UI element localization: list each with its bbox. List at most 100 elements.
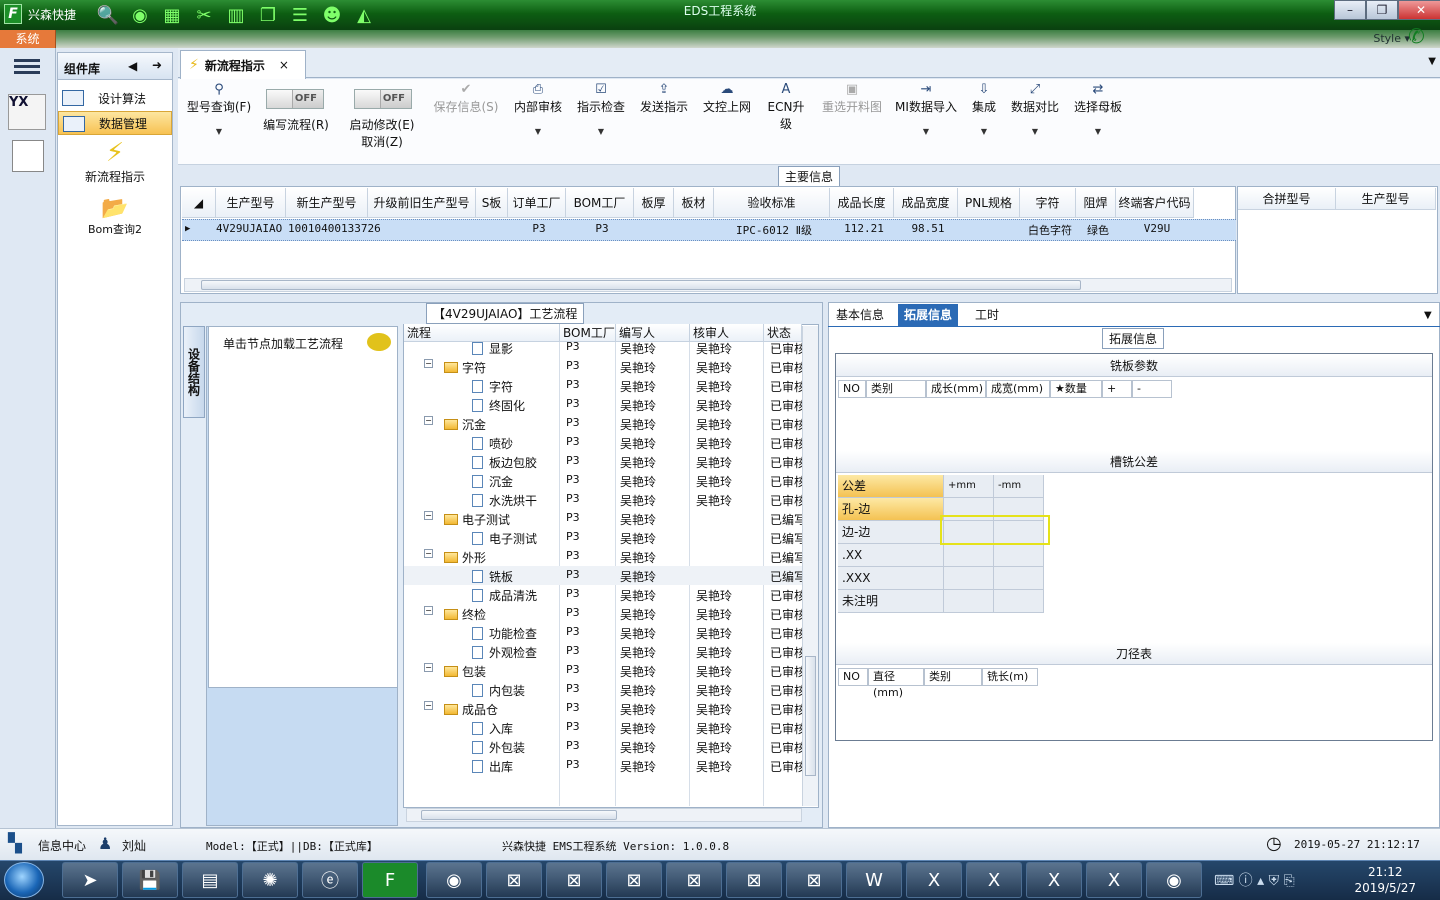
taskbar-window-icon[interactable]: ⊠ — [546, 862, 602, 898]
globe-icon[interactable]: ◉ — [127, 3, 153, 27]
cancel-label[interactable]: 取消(Z) — [344, 133, 420, 150]
tree-row[interactable]: 喷砂 P3 吴艳玲 吴艳玲 已审核 — [404, 433, 802, 452]
system-menu[interactable]: 系统 — [0, 30, 56, 48]
copy-icon[interactable]: ❐ — [255, 3, 281, 27]
grid-col-header[interactable]: 生产型号 — [216, 188, 286, 218]
tab-new-flow[interactable]: ⚡ 新流程指示 × — [180, 50, 306, 79]
tree-row[interactable]: 入库 P3 吴艳玲 吴艳玲 已审核 — [404, 718, 802, 737]
tree-row[interactable]: − 成品仓 P3 吴艳玲 吴艳玲 已审核 — [404, 699, 802, 718]
mill-col-header[interactable]: 类别 — [866, 380, 926, 398]
tool-col-header[interactable]: 直径(mm) — [868, 668, 924, 699]
tree-row[interactable]: 铣板 P3 吴艳玲 已编写 — [404, 566, 802, 585]
bom-query-shortcut[interactable]: 📂 Bom查询2 — [58, 196, 172, 237]
hamburger-menu-icon[interactable] — [14, 56, 40, 76]
tab-list-icon[interactable]: ▼ — [1428, 56, 1436, 67]
grid-icon[interactable]: ▦ — [159, 3, 185, 27]
write-flow-toggle[interactable]: OFF — [266, 89, 324, 109]
grid-cell[interactable]: 绿色 — [1078, 222, 1118, 238]
list-icon[interactable]: ☰ — [287, 3, 313, 27]
tree-row[interactable]: − 终检 P3 吴艳玲 吴艳玲 已审核 — [404, 604, 802, 623]
tool-col-header[interactable]: 铣长(m) — [982, 668, 1038, 686]
grid-col-header[interactable]: 成品宽度 — [894, 188, 958, 218]
phone-icon[interactable]: ✆ — [1408, 24, 1430, 48]
mill-col-header[interactable]: NO — [838, 380, 866, 398]
tool-col-header[interactable]: 类别 — [924, 668, 982, 686]
grid-cell[interactable]: 4V29UJAIAO — [216, 222, 286, 235]
style-dropdown[interactable]: Style ▾ — [1373, 32, 1410, 45]
start-button[interactable] — [4, 862, 44, 898]
reselect-cut-button[interactable]: ▣ 重选开料图 — [818, 82, 886, 115]
grid-col-header[interactable]: 板厚 — [634, 188, 674, 218]
start-modify-toggle[interactable]: OFF — [354, 89, 412, 109]
tolerance-input-cell[interactable] — [994, 544, 1044, 567]
taskbar-excel-icon[interactable]: X — [906, 862, 962, 898]
model-query-button[interactable]: ⚲ 型号查询(F) ▼ — [184, 82, 254, 136]
collapse-icon[interactable]: − — [424, 359, 433, 368]
tree-row[interactable]: − 沉金 P3 吴艳玲 吴艳玲 已审核 — [404, 414, 802, 433]
grid-col-header[interactable]: 字符 — [1020, 188, 1076, 218]
mill-col-header[interactable]: + — [1102, 380, 1132, 398]
new-flow-shortcut[interactable]: ⚡ 新流程指示 — [58, 138, 172, 185]
pin-icon[interactable]: ➜ — [152, 58, 162, 72]
taskbar-excel-icon[interactable]: X — [1026, 862, 1082, 898]
mill-col-header[interactable]: 成宽(mm) — [986, 380, 1050, 398]
tree-row[interactable]: − 外形 P3 吴艳玲 已编写 — [404, 547, 802, 566]
doc-upload-button[interactable]: ☁ 文控上网 — [700, 82, 754, 115]
grid-cell[interactable]: 98.51 — [896, 222, 960, 235]
grid-col-header[interactable]: S板 — [476, 188, 508, 218]
tab-work-hours[interactable]: 工时 — [969, 304, 1005, 326]
collapse-icon[interactable]: − — [424, 663, 433, 672]
tree-row[interactable]: 沉金 P3 吴艳玲 吴艳玲 已审核 — [404, 471, 802, 490]
yx-module-icon[interactable]: YX — [8, 94, 46, 130]
grid-cell[interactable]: V29U — [1118, 222, 1196, 235]
select-motherboard-button[interactable]: ⇄ 选择母板 ▼ — [1070, 82, 1126, 136]
taskbar-eye-app-icon[interactable]: ◉ — [426, 862, 482, 898]
collapse-icon[interactable]: − — [424, 549, 433, 558]
tab-equipment-structure[interactable]: 设备结构 — [183, 326, 205, 418]
integrate-button[interactable]: ⇩ 集成 ▼ — [966, 82, 1002, 136]
internal-review-button[interactable]: ⎙ 内部审核 ▼ — [510, 82, 566, 136]
grid-cell[interactable]: IPC-6012 Ⅱ级 — [716, 222, 832, 238]
taskbar-eds-app-icon[interactable]: F — [362, 862, 418, 898]
tab-extended-info[interactable]: 拓展信息 — [898, 304, 959, 326]
mill-col-header[interactable]: ★数量 — [1050, 380, 1102, 398]
grid-col-header[interactable]: 成品长度 — [830, 188, 894, 218]
close-button[interactable]: ✕ — [1398, 0, 1440, 20]
maximize-button[interactable]: ❐ — [1366, 0, 1398, 20]
taskbar-window-icon[interactable]: ⊠ — [486, 862, 542, 898]
collapse-icon[interactable]: − — [424, 701, 433, 710]
tree-row[interactable]: 成品清洗 P3 吴艳玲 吴艳玲 已审核 — [404, 585, 802, 604]
tree-row[interactable]: − 电子测试 P3 吴艳玲 已编写 — [404, 509, 802, 528]
grid-col-header[interactable]: BOM工厂 — [566, 188, 634, 218]
minimize-button[interactable]: – — [1334, 0, 1366, 20]
tab-close-icon[interactable]: × — [279, 58, 289, 72]
tool-col-header[interactable]: NO — [838, 668, 868, 686]
grid-col-header[interactable]: 新生产型号 — [286, 188, 368, 218]
collapse-icon[interactable]: − — [424, 606, 433, 615]
info-center-label[interactable]: 信息中心 — [38, 837, 86, 854]
sidebar-item-data[interactable]: 数据管理 — [58, 111, 172, 135]
tree-row[interactable]: 终固化 P3 吴艳玲 吴艳玲 已审核 — [404, 395, 802, 414]
film-icon[interactable]: ▥ — [223, 3, 249, 27]
grid-cell[interactable]: 10010400133726 — [288, 222, 381, 235]
tab-basic-info[interactable]: 基本信息 — [830, 304, 890, 326]
tree-row[interactable]: 板边包胶 P3 吴艳玲 吴艳玲 已审核 — [404, 452, 802, 471]
tree-row[interactable]: − 字符 P3 吴艳玲 吴艳玲 已审核 — [404, 357, 802, 376]
tree-hscroll[interactable] — [406, 808, 802, 822]
taskbar-scanner-app-icon[interactable]: ▤ — [182, 862, 238, 898]
taskbar-bird-app-icon[interactable]: ➤ — [62, 862, 118, 898]
main-grid-hscroll[interactable] — [184, 278, 1232, 292]
scissors-icon[interactable]: ✂ — [191, 3, 217, 27]
collapse-left-icon[interactable]: ◀ — [128, 59, 137, 73]
grid-col-header[interactable]: 验收标准 — [714, 188, 830, 218]
mill-col-header[interactable]: 成长(mm) — [926, 380, 986, 398]
taskbar-window-icon[interactable]: ⊠ — [606, 862, 662, 898]
collapse-icon[interactable]: − — [424, 511, 433, 520]
grid-col-header[interactable]: 订单工厂 — [508, 188, 566, 218]
tree-vscroll[interactable] — [802, 326, 818, 806]
grid-col-header[interactable]: 终端客户代码 — [1116, 188, 1194, 218]
grid-col-header[interactable]: 阻焊 — [1076, 188, 1116, 218]
tree-row[interactable]: 功能检查 P3 吴艳玲 吴艳玲 已审核 — [404, 623, 802, 642]
instruction-check-button[interactable]: ☑ 指示检查 ▼ — [574, 82, 628, 136]
panel-menu-icon[interactable]: ▼ — [1424, 310, 1432, 321]
